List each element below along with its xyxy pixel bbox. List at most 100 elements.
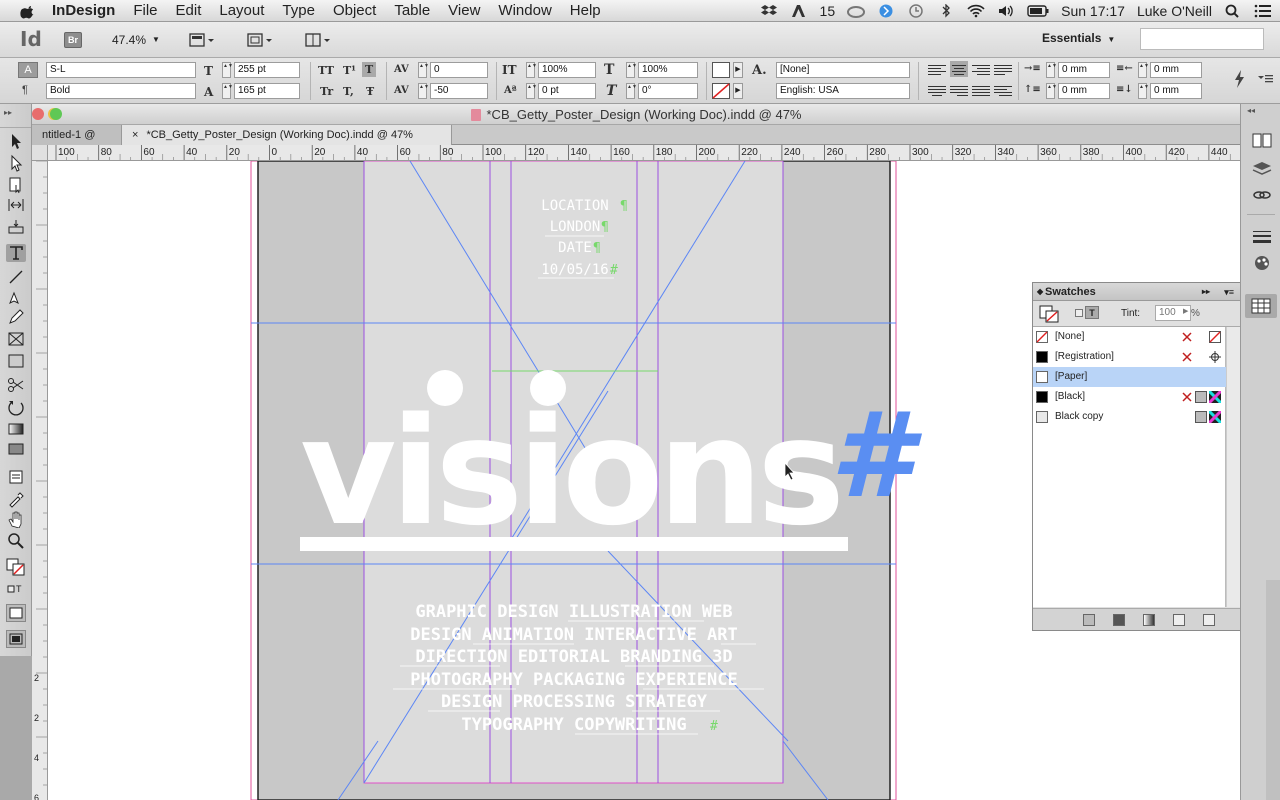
hand-tool-icon[interactable]: [6, 510, 26, 528]
line-tool-icon[interactable]: [6, 268, 26, 286]
menu-type[interactable]: Type: [282, 2, 315, 19]
arrange-documents-button[interactable]: [304, 31, 334, 49]
justify-right-button[interactable]: [950, 84, 968, 100]
creative-cloud-icon[interactable]: [847, 4, 866, 18]
vertical-scale-field[interactable]: 100%: [538, 62, 596, 78]
subscript-button[interactable]: T,: [343, 85, 354, 98]
show-color-swatches-icon[interactable]: [1113, 614, 1125, 626]
language-select[interactable]: English: USA: [776, 83, 910, 99]
dropbox-icon[interactable]: [760, 4, 778, 18]
small-caps-button[interactable]: Tr: [320, 85, 333, 98]
justify-left-button[interactable]: [994, 63, 1012, 79]
stroke-swatch-menu[interactable]: ▶: [733, 83, 743, 99]
color-panel-icon[interactable]: [1251, 254, 1273, 272]
tracking-stepper[interactable]: ▲▼: [418, 83, 429, 99]
spotlight-icon[interactable]: [1224, 4, 1242, 18]
pencil-tool-icon[interactable]: [6, 308, 26, 326]
swatch-black-copy[interactable]: Black copy: [1033, 407, 1226, 427]
lightning-icon[interactable]: [1234, 70, 1246, 88]
apple-icon[interactable]: [20, 3, 36, 19]
swatches-dock-button[interactable]: [1245, 294, 1277, 318]
swatches-scrollbar[interactable]: [1226, 327, 1240, 607]
menu-object[interactable]: Object: [333, 2, 376, 19]
space-after-stepper[interactable]: ▲▼: [1138, 83, 1149, 99]
justify-all-button[interactable]: [972, 84, 990, 100]
notification-center-icon[interactable]: [1254, 4, 1272, 18]
tab-cb-getty-poster[interactable]: × *CB_Getty_Poster_Design (Working Doc).i…: [122, 125, 452, 145]
formatting-text-icon[interactable]: T: [1085, 306, 1099, 319]
panel-menu-icon[interactable]: [1258, 74, 1274, 84]
strikethrough-button[interactable]: Ŧ: [366, 85, 374, 98]
volume-icon[interactable]: [997, 4, 1015, 18]
chevron-down-icon[interactable]: ▼: [152, 35, 160, 44]
all-caps-button[interactable]: TT: [318, 64, 334, 77]
zoom-window-icon[interactable]: [50, 108, 62, 120]
pasteboard-scrollbar[interactable]: [1266, 580, 1280, 800]
formatting-container-icon[interactable]: [1075, 309, 1083, 317]
underline-button[interactable]: T: [362, 62, 377, 77]
workspace-switcher[interactable]: Essentials ▼: [1042, 31, 1115, 45]
fill-swatch[interactable]: [712, 62, 730, 78]
collapse-panel-icon[interactable]: ▸▸: [1202, 283, 1210, 301]
kerning-field[interactable]: 0: [430, 62, 488, 78]
fill-stroke-proxy-icon[interactable]: [1039, 305, 1059, 323]
pen-tool-icon[interactable]: [6, 288, 26, 306]
left-indent-stepper[interactable]: ▲▼: [1046, 62, 1057, 78]
menu-edit[interactable]: Edit: [176, 2, 202, 19]
vertical-scale-stepper[interactable]: ▲▼: [526, 62, 537, 78]
skew-stepper[interactable]: ▲▼: [626, 83, 637, 99]
free-transform-tool-icon[interactable]: [6, 398, 26, 416]
baseline-shift-field[interactable]: 0 pt: [538, 83, 596, 99]
align-right-button[interactable]: [972, 63, 990, 79]
right-indent-stepper[interactable]: ▲▼: [1138, 62, 1149, 78]
menu-table[interactable]: Table: [394, 2, 430, 19]
dock-collapse-icon[interactable]: ◂◂: [1247, 106, 1255, 115]
panel-collapse-icon[interactable]: ◆: [1037, 283, 1043, 301]
menu-file[interactable]: File: [133, 2, 157, 19]
character-formatting-icon[interactable]: A: [18, 62, 38, 78]
swatch-none[interactable]: [None]: [1033, 327, 1226, 347]
stroke-none-icon[interactable]: [712, 83, 730, 99]
bridge-button[interactable]: Br: [64, 31, 82, 48]
space-after-field[interactable]: 0 mm: [1150, 83, 1202, 99]
scissors-tool-icon[interactable]: [6, 376, 26, 394]
tab-untitled[interactable]: ntitled-1 @ 32%: [32, 125, 122, 161]
tint-slider-icon[interactable]: ▶: [1183, 307, 1188, 315]
align-center-button[interactable]: [950, 61, 968, 77]
swatches-panel-header[interactable]: ◆ Swatches ▸▸ ▾≡: [1033, 283, 1240, 301]
tracking-field[interactable]: -50: [430, 83, 488, 99]
direct-selection-tool-icon[interactable]: [6, 154, 26, 172]
stroke-panel-icon[interactable]: [1251, 228, 1273, 246]
eyedropper-tool-icon[interactable]: [6, 490, 26, 508]
justify-center-button[interactable]: [928, 84, 946, 100]
horizontal-scale-stepper[interactable]: ▲▼: [626, 62, 637, 78]
menu-window[interactable]: Window: [498, 2, 551, 19]
screen-mode-button[interactable]: [246, 31, 276, 49]
view-options-button[interactable]: [188, 31, 218, 49]
zoom-level[interactable]: 47.4%: [112, 33, 146, 47]
swatch-paper[interactable]: [Paper]: [1033, 367, 1226, 387]
fill-swatch-menu[interactable]: ▶: [733, 62, 743, 78]
type-tool[interactable]: [6, 244, 26, 262]
baseline-shift-stepper[interactable]: ▲▼: [526, 83, 537, 99]
leading-field[interactable]: 165 pt: [234, 83, 300, 99]
show-all-swatches-icon[interactable]: [1083, 614, 1095, 626]
swatch-registration[interactable]: [Registration]: [1033, 347, 1226, 367]
view-mode-button[interactable]: [6, 604, 26, 622]
menu-help[interactable]: Help: [570, 2, 601, 19]
note-tool-icon[interactable]: [6, 468, 26, 486]
ruler-origin[interactable]: [32, 145, 48, 161]
battery-icon[interactable]: [1027, 4, 1049, 18]
horizontal-scale-field[interactable]: 100%: [638, 62, 698, 78]
search-input[interactable]: [1140, 28, 1264, 50]
font-family-field[interactable]: S-L: [46, 62, 196, 78]
links-panel-icon[interactable]: [1251, 186, 1273, 204]
menu-layout[interactable]: Layout: [219, 2, 264, 19]
show-gradient-swatches-icon[interactable]: [1143, 614, 1155, 626]
font-style-field[interactable]: Bold: [46, 83, 196, 99]
font-size-stepper[interactable]: ▲▼: [222, 62, 233, 78]
left-indent-field[interactable]: 0 mm: [1058, 62, 1110, 78]
menu-app-name[interactable]: InDesign: [52, 2, 115, 19]
align-spine-button[interactable]: [994, 84, 1012, 100]
selection-tool-icon[interactable]: [6, 132, 26, 150]
